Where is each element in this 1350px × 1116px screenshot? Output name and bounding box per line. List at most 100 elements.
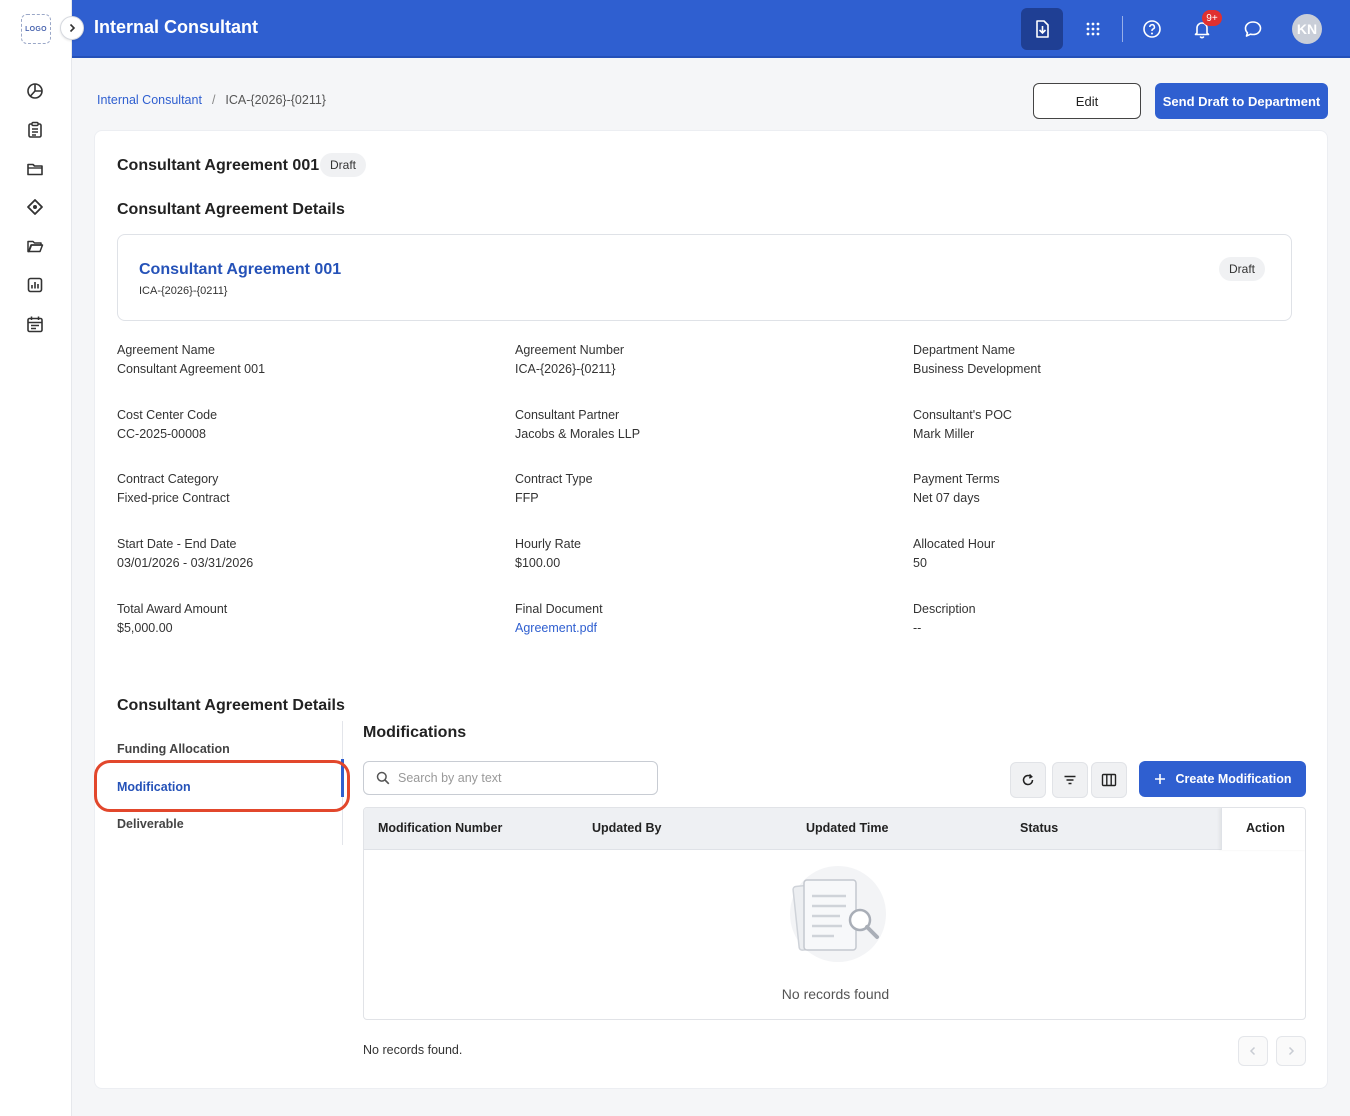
download-button[interactable] — [1021, 8, 1063, 50]
side-rail: LOGO — [0, 0, 72, 1116]
field-label: Cost Center Code — [117, 408, 218, 422]
field-label: Description — [913, 602, 976, 616]
breadcrumb-current: ICA-{2026}-{0211} — [225, 93, 326, 107]
chevron-right-icon — [69, 23, 76, 33]
calendar-icon[interactable] — [24, 313, 46, 335]
top-bar: Internal Consultant 9+ KN — [72, 0, 1350, 58]
dashboard-icon[interactable] — [24, 80, 46, 102]
field-value: Mark Miller — [913, 427, 975, 441]
chat-icon — [1244, 21, 1262, 37]
field-label: Start Date - End Date — [117, 537, 237, 551]
breadcrumb-root-link[interactable]: Internal Consultant — [97, 93, 202, 107]
field-department-name: Department Name Business Development — [913, 342, 1293, 377]
edit-button[interactable]: Edit — [1033, 83, 1141, 119]
page-title: Consultant Agreement 001 — [117, 157, 320, 174]
agreement-summary-card: Consultant Agreement 001 ICA-{2026}-{021… — [117, 234, 1292, 321]
sidebar-toggle-button[interactable] — [60, 16, 84, 40]
action-column-header: Action — [1221, 808, 1305, 850]
table-header: Modification Number Updated By Updated T… — [364, 808, 1305, 850]
columns-button[interactable] — [1091, 762, 1127, 798]
empty-documents-illustration — [790, 866, 886, 962]
folder-open-icon[interactable] — [24, 235, 46, 257]
field-agreement-number: Agreement Number ICA-{2026}-{0211} — [515, 342, 895, 377]
apps-grid-button[interactable] — [1072, 8, 1114, 50]
summary-agreement-number: ICA-{2026}-{0211} — [139, 285, 228, 297]
send-draft-button[interactable]: Send Draft to Department — [1155, 83, 1328, 119]
field-value: Jacobs & Morales LLP — [515, 427, 641, 441]
records-count-text: No records found. — [363, 1043, 463, 1057]
details-heading: Consultant Agreement Details — [117, 201, 345, 218]
field-label: Total Award Amount — [117, 602, 228, 616]
filter-icon — [1064, 775, 1076, 785]
field-value: CC-2025-00008 — [117, 427, 206, 441]
report-chart-icon[interactable] — [24, 274, 46, 296]
tag-icon[interactable] — [24, 196, 46, 218]
plus-icon — [1154, 774, 1165, 784]
user-avatar[interactable]: KN — [1292, 14, 1322, 44]
field-value: Business Development — [913, 362, 1041, 376]
field-consultant-partner: Consultant Partner Jacobs & Morales LLP — [515, 407, 895, 442]
final-document-link[interactable]: Agreement.pdf — [515, 620, 895, 636]
create-modification-button[interactable]: Create Modification — [1139, 761, 1306, 797]
filter-button[interactable] — [1052, 762, 1088, 798]
columns-icon — [1101, 773, 1117, 787]
modifications-table: Modification Number Updated By Updated T… — [363, 807, 1306, 1020]
field-value: Fixed-price Contract — [117, 491, 230, 505]
app-logo: LOGO — [21, 14, 51, 44]
field-label: Agreement Name — [117, 343, 215, 357]
status-badge: Draft — [320, 153, 367, 177]
tab-deliverable[interactable]: Deliverable — [117, 817, 184, 831]
summary-status-badge: Draft — [1219, 257, 1266, 281]
field-value: $5,000.00 — [117, 621, 173, 635]
empty-state-text: No records found — [781, 986, 890, 1002]
refresh-icon — [1022, 773, 1034, 786]
tab-funding-allocation[interactable]: Funding Allocation — [117, 742, 230, 756]
search-input[interactable] — [398, 771, 638, 785]
lower-details-heading: Consultant Agreement Details — [117, 697, 345, 714]
field-payment-terms: Payment Terms Net 07 days — [913, 471, 1293, 506]
highlight-annotation — [94, 760, 350, 812]
field-total-award-amount: Total Award Amount $5,000.00 — [117, 601, 497, 636]
chevron-right-icon — [1288, 1046, 1295, 1056]
help-button[interactable] — [1131, 8, 1173, 50]
column-updated-time[interactable]: Updated Time — [806, 821, 888, 835]
column-status[interactable]: Status — [1020, 821, 1058, 835]
field-label: Consultant Partner — [515, 408, 620, 422]
summary-agreement-name: Consultant Agreement 001 — [139, 261, 342, 278]
field-label: Allocated Hour — [913, 537, 995, 551]
field-label: Agreement Number — [515, 343, 625, 357]
field-start-end-date: Start Date - End Date 03/01/2026 - 03/31… — [117, 536, 497, 571]
modifications-title: Modifications — [363, 724, 467, 741]
field-label: Hourly Rate — [515, 537, 581, 551]
field-value: Consultant Agreement 001 — [117, 362, 266, 376]
column-updated-by[interactable]: Updated By — [592, 821, 661, 835]
breadcrumb-separator: / — [211, 93, 216, 107]
field-label: Consultant's POC — [913, 408, 1012, 422]
column-modification-number[interactable]: Modification Number — [378, 821, 502, 835]
column-action: Action — [1246, 821, 1285, 835]
chat-button[interactable] — [1232, 8, 1274, 50]
next-page-button[interactable] — [1276, 1036, 1306, 1066]
notification-badge: 9+ — [1202, 10, 1222, 26]
detail-tabs: Funding Allocation Modification Delivera… — [94, 721, 350, 845]
prev-page-button[interactable] — [1238, 1036, 1268, 1066]
field-agreement-name: Agreement Name Consultant Agreement 001 — [117, 342, 497, 377]
field-value: -- — [913, 621, 922, 635]
refresh-button[interactable] — [1010, 762, 1046, 798]
search-icon — [376, 771, 390, 785]
help-icon — [1143, 20, 1161, 38]
folder-icon[interactable] — [24, 158, 46, 180]
field-label: Payment Terms — [913, 472, 1000, 486]
app-title: Internal Consultant — [94, 17, 259, 37]
clipboard-icon[interactable] — [24, 119, 46, 141]
grid-dots-icon — [1086, 22, 1100, 36]
field-value: Net 07 days — [913, 491, 980, 505]
field-value: ICA-{2026}-{0211} — [515, 362, 616, 376]
create-modification-label: Create Modification — [1175, 772, 1292, 786]
agreement-card: Consultant Agreement 001 Draft Consultan… — [94, 130, 1328, 1089]
toolbar-divider — [1122, 16, 1123, 42]
field-value: FFP — [515, 491, 539, 505]
field-contract-type: Contract Type FFP — [515, 471, 895, 506]
search-field — [363, 761, 658, 795]
field-value: 03/01/2026 - 03/31/2026 — [117, 556, 254, 570]
